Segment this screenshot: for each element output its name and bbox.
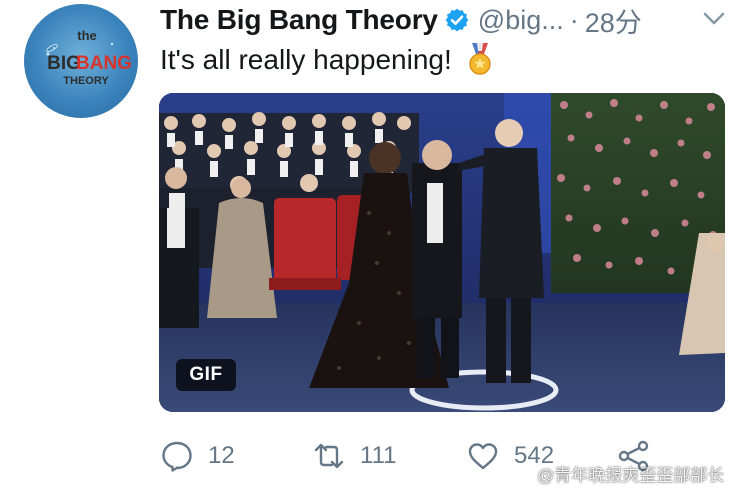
reply-icon xyxy=(162,441,192,472)
retweet-count: 111 xyxy=(360,442,397,469)
retweet-button[interactable]: 111 xyxy=(312,436,396,476)
award-ceremony-scene xyxy=(159,93,725,412)
tweet-text: It's all really happening! xyxy=(160,42,494,78)
watermark-text: @青年晚报爽歪歪部部长 xyxy=(537,466,725,485)
medal-icon xyxy=(469,43,491,75)
big-bang-theory-logo: the BIG BANG THEORY xyxy=(46,28,132,87)
retweet-icon xyxy=(314,443,344,469)
reply-count: 12 xyxy=(208,442,235,469)
timestamp[interactable]: 28分 xyxy=(585,1,642,40)
svg-text:the: the xyxy=(77,28,97,43)
tweet-header: The Big Bang Theory @big... · 28分 xyxy=(160,1,642,40)
tweet-body: It's all really happening! xyxy=(160,44,452,75)
watermark: @青年晚报爽歪歪部部长 xyxy=(512,461,724,486)
svg-text:THEORY: THEORY xyxy=(63,75,109,87)
handle[interactable]: @big... xyxy=(478,5,564,36)
svg-text:BANG: BANG xyxy=(76,53,132,74)
media-gif[interactable]: GIF xyxy=(159,93,725,412)
weibo-icon xyxy=(512,466,533,482)
heart-icon xyxy=(468,443,498,470)
chevron-down-icon[interactable] xyxy=(701,9,727,29)
display-name[interactable]: The Big Bang Theory xyxy=(160,4,438,36)
separator-dot: · xyxy=(569,4,579,35)
gif-badge: GIF xyxy=(176,359,236,391)
verified-badge-icon xyxy=(445,8,469,32)
avatar[interactable]: the BIG BANG THEORY xyxy=(24,4,138,118)
reply-button[interactable]: 12 xyxy=(160,436,235,476)
